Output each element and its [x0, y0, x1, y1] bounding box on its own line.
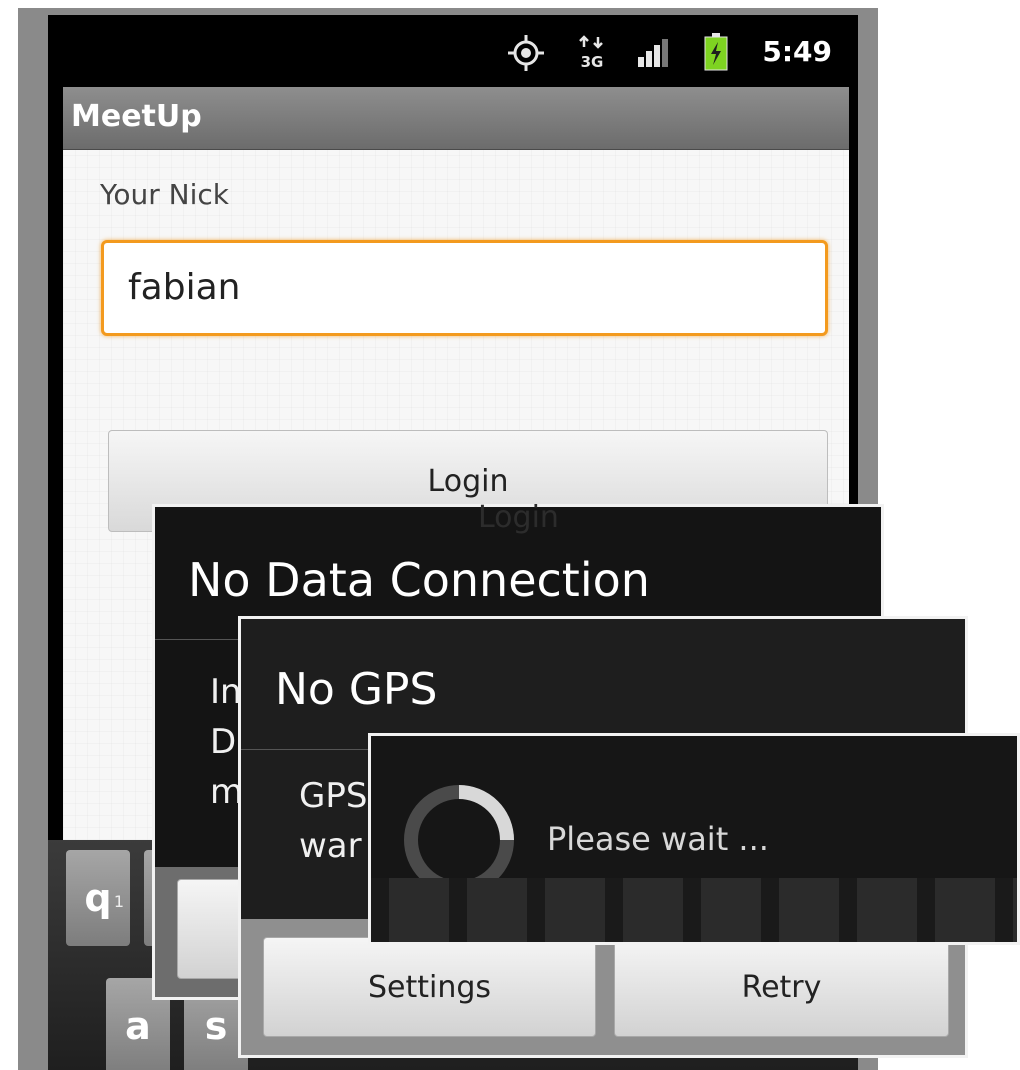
- dialog-title: No Data Connection: [188, 553, 650, 607]
- key-a-label: a: [125, 1004, 151, 1048]
- key-q-sub: 1: [113, 892, 124, 911]
- nick-label: Your Nick: [100, 178, 230, 211]
- settings-button[interactable]: Settings: [263, 937, 596, 1037]
- network-3g-icon: 3G: [578, 35, 606, 75]
- dialog-title: No GPS: [275, 664, 438, 715]
- key-q[interactable]: q 1: [66, 850, 130, 946]
- keyboard-reflection: [371, 878, 1017, 942]
- battery-charging-icon: [704, 33, 728, 75]
- key-s-label: s: [204, 1004, 228, 1048]
- key-q-label: q: [84, 876, 112, 920]
- status-time: 5:49: [762, 35, 832, 68]
- status-bar: 3G 5:49: [48, 15, 858, 87]
- progress-dialog: Please wait ...: [368, 733, 1020, 945]
- nick-input[interactable]: fabian: [101, 240, 828, 336]
- login-ghost-text: Login: [478, 500, 559, 535]
- app-title-bar: MeetUp: [63, 87, 849, 150]
- gps-icon: [506, 33, 546, 77]
- app-title: MeetUp: [71, 99, 202, 134]
- progress-message: Please wait ...: [547, 820, 769, 858]
- network-type-label: 3G: [581, 53, 604, 71]
- signal-icon: [636, 39, 672, 73]
- retry-button[interactable]: Retry: [614, 937, 949, 1037]
